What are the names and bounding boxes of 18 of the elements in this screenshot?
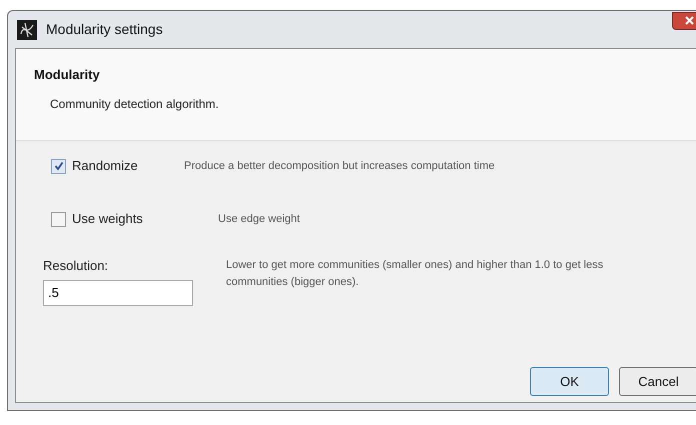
checkbox[interactable]: [51, 158, 66, 174]
checkbox[interactable]: [51, 212, 66, 226]
close-icon: [684, 16, 694, 25]
close-button[interactable]: [672, 12, 696, 30]
window-title: Modularity settings: [46, 20, 163, 39]
header-description: Community detection algorithm.: [50, 96, 220, 112]
option-hint: Lower to get more communities (smaller ones) and higher than 1.0 to get less communities (bigger ones).: [226, 258, 604, 290]
checkbox-label: Use weights: [72, 210, 143, 228]
header-title: Modularity: [34, 66, 101, 84]
checkbox-label: Randomize: [72, 157, 138, 176]
resolution-field[interactable]: .5: [43, 280, 193, 306]
check-icon: [54, 161, 64, 171]
field-label: Resolution:: [43, 257, 110, 275]
option-hint: Use edge weight: [218, 212, 300, 227]
option-hint: Produce a better decomposition but increases computation time: [184, 158, 495, 174]
cancel-button[interactable]: Cancel: [619, 367, 696, 396]
app-icon: [17, 20, 37, 40]
ok-button[interactable]: OK: [530, 367, 609, 396]
